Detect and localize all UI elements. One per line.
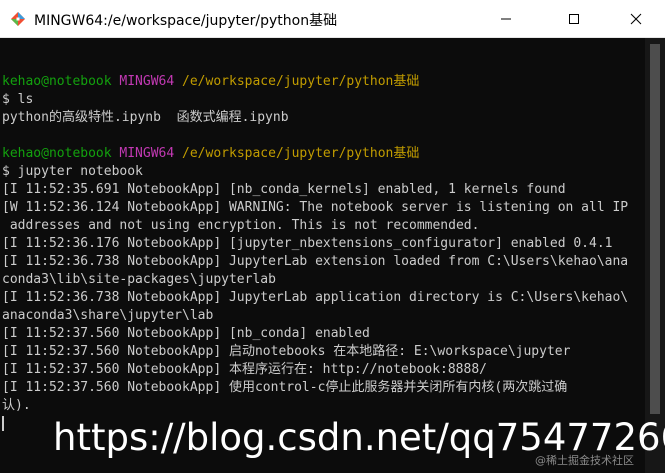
output-line: addresses and not using encryption. This… xyxy=(2,218,480,233)
maximize-icon xyxy=(569,14,579,24)
vertical-scrollbar[interactable] xyxy=(645,38,665,473)
output-line: anaconda3\share\jupyter\lab xyxy=(2,308,214,323)
watermark-site: @稀土掘金技术社区 xyxy=(535,454,634,467)
terminal-window: MINGW64:/e/workspace/jupyter/python基础 ke… xyxy=(0,0,665,473)
output-line: [I 11:52:36.176 NotebookApp] [jupyter_nb… xyxy=(2,236,613,251)
prompt-user: kehao@notebook xyxy=(2,74,112,89)
output-line: [I 11:52:37.560 NotebookApp] [nb_conda] … xyxy=(2,326,370,341)
output-line: [W 11:52:36.124 NotebookApp] WARNING: Th… xyxy=(2,200,629,215)
scrollbar-thumb[interactable] xyxy=(650,44,660,414)
prompt-line: kehao@notebook MINGW64 /e/workspace/jupy… xyxy=(2,145,628,163)
output-line: [I 11:52:37.560 NotebookApp] 使用control-c… xyxy=(2,380,568,395)
output-line: [I 11:52:35.691 NotebookApp] [nb_conda_k… xyxy=(2,182,566,197)
title-bar[interactable]: MINGW64:/e/workspace/jupyter/python基础 xyxy=(0,0,665,38)
terminal-output[interactable]: kehao@notebook MINGW64 /e/workspace/jupy… xyxy=(0,38,645,473)
output-line: $ ls xyxy=(2,92,34,107)
maximize-button[interactable] xyxy=(551,0,597,38)
output-line: 认). xyxy=(2,398,31,413)
prompt-path: /e/workspace/jupyter/python基础 xyxy=(182,74,420,89)
window-title: MINGW64:/e/workspace/jupyter/python基础 xyxy=(34,13,338,29)
prompt-path: /e/workspace/jupyter/python基础 xyxy=(182,146,420,161)
prompt-user: kehao@notebook xyxy=(2,146,112,161)
minimize-icon xyxy=(501,18,511,20)
output-line: [I 11:52:36.738 NotebookApp] JupyterLab … xyxy=(2,290,629,305)
prompt-host: MINGW64 xyxy=(119,74,175,89)
output-line: conda3\lib\site-packages\jupyterlab xyxy=(2,272,276,287)
prompt-host: MINGW64 xyxy=(119,146,175,161)
mingw-icon xyxy=(10,11,26,27)
output-line: [I 11:52:36.738 NotebookApp] JupyterLab … xyxy=(2,254,629,269)
prompt-line: kehao@notebook MINGW64 /e/workspace/jupy… xyxy=(2,73,628,91)
text-cursor xyxy=(2,416,4,431)
close-button[interactable] xyxy=(613,0,659,38)
close-icon xyxy=(630,13,642,25)
output-line: python的高级特性.ipynb 函数式编程.ipynb xyxy=(2,110,289,125)
output-line: [I 11:52:37.560 NotebookApp] 本程序运行在: htt… xyxy=(2,362,487,377)
terminal-lines: kehao@notebook MINGW64 /e/workspace/jupy… xyxy=(2,55,628,433)
output-line: [I 11:52:37.560 NotebookApp] 启动notebooks… xyxy=(2,344,571,359)
minimize-button[interactable] xyxy=(483,0,529,38)
output-line: $ jupyter notebook xyxy=(2,164,143,179)
